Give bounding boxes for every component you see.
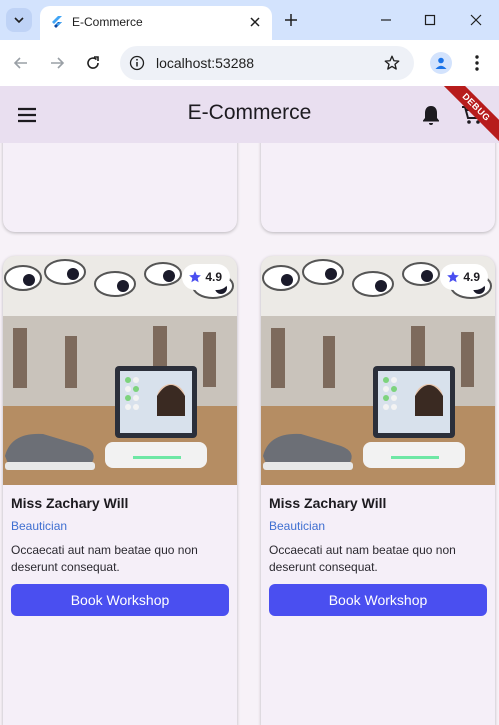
tab-title: E-Commerce (72, 15, 143, 29)
site-info-icon[interactable] (128, 54, 146, 72)
profile-avatar-icon[interactable] (430, 52, 452, 74)
forward-button[interactable] (45, 51, 69, 75)
store-scene-image (261, 256, 495, 485)
store-scene-image (3, 256, 237, 485)
flutter-icon (52, 16, 62, 28)
new-tab-button[interactable] (282, 11, 300, 29)
rating-badge: 4.9 (440, 264, 488, 290)
book-workshop-button[interactable]: Book Workshop (11, 584, 229, 616)
back-button[interactable] (9, 51, 33, 75)
bell-icon (423, 106, 439, 125)
rating-value: 4.9 (205, 270, 222, 284)
workshop-card[interactable] (261, 143, 495, 232)
browser-tab[interactable]: E-Commerce (40, 6, 272, 40)
maximize-icon (424, 14, 436, 26)
close-icon (250, 17, 260, 27)
tab-search-button[interactable] (6, 8, 32, 32)
app-bar: E-Commerce DEBUG (0, 86, 499, 143)
browser-toolbar: localhost:53288 (0, 40, 499, 86)
tab-close-button[interactable] (246, 13, 264, 31)
workshop-card[interactable]: 4.9 Miss Zachary Will Beautician Occaeca… (261, 256, 495, 725)
workshop-image[interactable]: 4.9 (3, 256, 237, 485)
maximize-button[interactable] (420, 10, 440, 30)
card-description: Occaecati aut nam beatae quo non deserun… (269, 543, 456, 574)
workshop-image[interactable]: 4.9 (261, 256, 495, 485)
workshop-card[interactable] (3, 143, 237, 232)
chevron-down-icon (14, 17, 24, 24)
rating-value: 4.9 (463, 270, 480, 284)
reload-button[interactable] (81, 51, 105, 75)
workshop-card[interactable]: 4.9 Miss Zachary Will Beautician Occaeca… (3, 256, 237, 725)
book-workshop-button[interactable]: Book Workshop (269, 584, 487, 616)
reload-icon (87, 56, 99, 69)
card-name: Miss Zachary Will (11, 495, 129, 511)
card-role: Beautician (11, 519, 68, 533)
rating-badge: 4.9 (182, 264, 230, 290)
arrow-left-icon (13, 57, 27, 69)
plus-icon (285, 14, 297, 26)
card-name: Miss Zachary Will (269, 495, 387, 511)
url-text[interactable]: localhost:53288 (156, 55, 254, 71)
arrow-right-icon (51, 57, 65, 69)
close-window-button[interactable] (466, 10, 486, 30)
product-grid: 4.9 Miss Zachary Will Beautician Occaeca… (0, 143, 499, 725)
card-role: Beautician (269, 519, 326, 533)
browser-tabstrip: E-Commerce (0, 0, 499, 40)
more-vert-icon (475, 55, 479, 71)
minimize-icon (381, 19, 391, 21)
minimize-button[interactable] (376, 10, 396, 30)
star-icon (447, 271, 460, 283)
star-icon (189, 271, 202, 283)
browser-menu-button[interactable] (465, 51, 489, 75)
address-bar[interactable]: localhost:53288 (120, 46, 414, 80)
notifications-button[interactable] (419, 103, 443, 127)
card-description: Occaecati aut nam beatae quo non deserun… (11, 543, 198, 574)
close-icon (470, 14, 482, 26)
bookmark-star-icon[interactable] (382, 53, 402, 73)
